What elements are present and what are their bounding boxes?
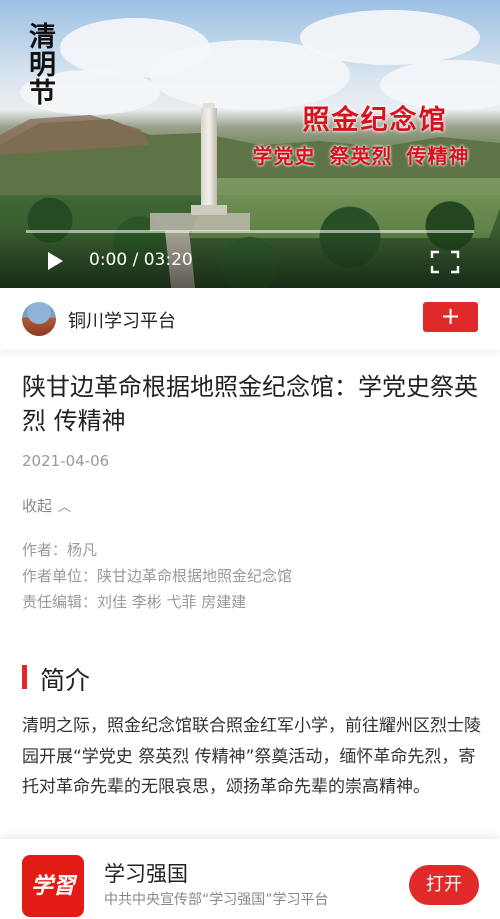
avatar[interactable] [22, 302, 56, 336]
article-title: 陕甘边革命根据地照金纪念馆：学党史祭英烈 传精神 [22, 373, 478, 435]
open-app-button[interactable]: 打开 [409, 865, 479, 905]
scene-cloud [300, 10, 480, 65]
video-time: 0:00 / 03:20 [89, 250, 193, 270]
app-name: 学习强国 [104, 862, 188, 886]
section-marker [22, 665, 27, 689]
source-row: 铜川学习平台 + [0, 288, 500, 350]
monument-base [191, 205, 227, 215]
play-button[interactable] [44, 250, 66, 272]
article-date: 2021-04-06 [22, 452, 110, 470]
app-logo: 学習 [22, 855, 84, 917]
video-overlay-title: 照金纪念馆 [302, 105, 448, 136]
editors: 责任编辑：刘佳 李彬 弋菲 房建建 [22, 593, 247, 611]
section-title: 简介 [40, 666, 91, 695]
intro-text: 清明之际，照金纪念馆联合照金红军小学，前往耀州区烈士陵园开展“学党史 祭英烈 传… [22, 716, 481, 797]
monument [201, 108, 217, 208]
fullscreen-icon [430, 250, 460, 274]
collapse-toggle[interactable]: 收起 ︿ [22, 495, 71, 516]
video-control-shade [0, 230, 500, 288]
app-download-banner: 学習 学习强国 中共中央宣传部“学习强国”学习平台 打开 [0, 839, 500, 919]
video-progress-bar[interactable] [26, 230, 474, 233]
source-name[interactable]: 铜川学习平台 [68, 307, 176, 333]
qingming-logo: 清明节 [24, 21, 55, 106]
scene-plaza [150, 213, 250, 231]
author: 作者：杨凡 [22, 541, 98, 559]
video-player[interactable]: 清明节 照金纪念馆 学党史 祭英烈 传精神 0:00 / 03:20 [0, 0, 500, 288]
chevron-up-icon: ︿ [58, 500, 72, 515]
video-overlay-subtitle: 学党史 祭英烈 传精神 [252, 144, 470, 168]
author-unit: 作者单位：陕甘边革命根据地照金纪念馆 [22, 567, 293, 585]
play-icon [48, 252, 63, 270]
fullscreen-button[interactable] [430, 250, 460, 274]
follow-button[interactable]: + [423, 302, 478, 332]
app-description: 中共中央宣传部“学习强国”学习平台 [104, 892, 329, 908]
collapse-label: 收起 [22, 497, 53, 515]
